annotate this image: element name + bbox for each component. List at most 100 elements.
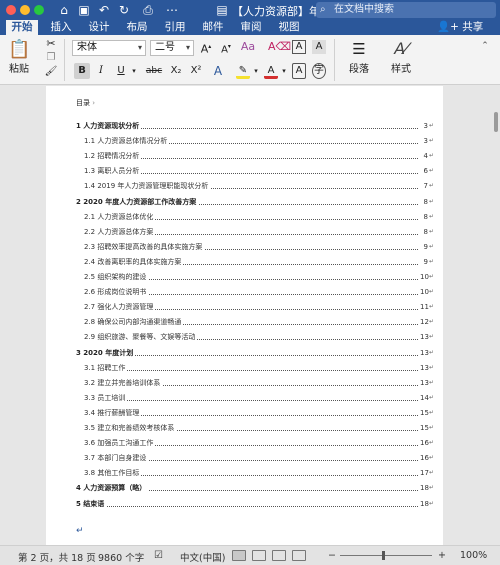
format-painter-icon[interactable]: 🖌	[44, 65, 58, 79]
tab-home[interactable]: 开始	[6, 20, 38, 35]
chevron-down-icon[interactable]: ▾	[280, 64, 288, 78]
toc-entry[interactable]: 2.3 招聘效率提高改善的具体实施方案 9 ↵	[46, 241, 443, 252]
chevron-down-icon: ▾	[185, 43, 190, 52]
zoom-out-button[interactable]: −	[328, 550, 336, 561]
toc-entry[interactable]: 1.4 2019 年人力资源管理职能现状分析 7 ↵	[46, 181, 443, 192]
toc-entry[interactable]: 3.2 建立并完善培训体系 13 ↵	[46, 377, 443, 388]
outline-view-button[interactable]	[272, 550, 286, 561]
toc-entry[interactable]: 3.3 员工培训 14 ↵	[46, 392, 443, 403]
language[interactable]: 中文(中国)	[180, 550, 225, 564]
web-layout-view-button[interactable]	[252, 550, 266, 561]
close-window-button[interactable]	[6, 5, 16, 15]
italic-button[interactable]: I	[94, 63, 108, 79]
draft-view-button[interactable]	[292, 550, 306, 561]
superscript-button[interactable]: X²	[188, 63, 204, 79]
toc-entry[interactable]: 1.2 招聘情况分析 4 ↵	[46, 151, 443, 162]
save-icon[interactable]: ▣	[76, 2, 92, 18]
document-page[interactable]: 目录 › 1 人力资源现状分析 3 ↵ 1.1 人力资源总体情况分析 3 ↵ 1.2 招聘情…	[46, 86, 443, 545]
toc-entry[interactable]: 2.9 组织旅游、聚餐等、文娱等活动 13 ↵	[46, 332, 443, 343]
search-input[interactable]: ⌕ 在文档中搜索	[316, 2, 496, 18]
toc-entry[interactable]: 3.5 建立和完善绩效考核体系 15 ↵	[46, 423, 443, 433]
tab-insert[interactable]: 插入	[46, 20, 76, 35]
enclosed-characters-button[interactable]: A	[292, 63, 306, 79]
change-case-button[interactable]: Aa	[240, 40, 256, 54]
phonetic-guide-button[interactable]: 字	[312, 63, 326, 79]
shrink-font-button[interactable]: A▾	[218, 40, 234, 57]
subscript-button[interactable]: X₂	[168, 63, 184, 79]
tab-layout[interactable]: 布局	[122, 20, 152, 35]
cut-icon[interactable]: ✂	[44, 37, 58, 51]
toc-entry-title: 3.6 加强员工沟通工作	[84, 438, 156, 449]
bold-button[interactable]: B	[74, 63, 90, 79]
toc-entry[interactable]: 3.4 推行薪酬管理 15 ↵	[46, 407, 443, 418]
word-count[interactable]: 9860 个字	[98, 550, 144, 564]
highlight-button[interactable]: ✎	[236, 63, 250, 79]
tab-review[interactable]: 审阅	[236, 20, 266, 35]
toc-entry[interactable]: 4 人力资源预算（略） 18 ↵	[46, 483, 443, 494]
toc-heading: 目录 ›	[76, 99, 96, 107]
paragraph-mark-icon: ↵	[429, 167, 435, 175]
collapse-ribbon-icon[interactable]: ⌃	[478, 39, 492, 53]
font-name-dropdown[interactable]: 宋体 ▾	[72, 40, 146, 56]
copy-icon[interactable]: ❐	[44, 51, 58, 65]
strikethrough-button[interactable]: abc	[144, 63, 164, 79]
toc-entry[interactable]: 2.1 人力资源总体优化 8 ↵	[46, 211, 443, 222]
toc-entry[interactable]: 3.1 招聘工作 13 ↵	[46, 362, 443, 373]
toc-entry[interactable]: 3.6 加强员工沟通工作 16 ↵	[46, 438, 443, 449]
scrollbar-thumb[interactable]	[494, 112, 498, 132]
font-color-button[interactable]: A	[264, 63, 278, 79]
styles-icon[interactable]: A⁄	[386, 39, 416, 59]
undo-icon[interactable]: ↶	[96, 2, 112, 18]
chevron-down-icon[interactable]: ▾	[130, 64, 138, 78]
font-size-dropdown[interactable]: 二号 ▾	[150, 40, 194, 56]
toc-entry[interactable]: 3.7 本部门自身建设 16 ↵	[46, 453, 443, 464]
vertical-scrollbar[interactable]	[492, 86, 500, 545]
tab-references[interactable]: 引用	[160, 20, 190, 35]
toc-entry[interactable]: 5 结束语 18 ↵	[46, 498, 443, 509]
zoom-slider-thumb[interactable]	[382, 551, 385, 560]
paragraph-icon[interactable]: ☰	[346, 39, 372, 59]
toc-entry[interactable]: 1.3 离职人员分析 6 ↵	[46, 166, 443, 177]
print-layout-view-button[interactable]	[232, 550, 246, 561]
zoom-window-button[interactable]	[34, 5, 44, 15]
toc-entry[interactable]: 2.4 改善离职率的具体实施方案 9 ↵	[46, 256, 443, 267]
underline-button[interactable]: U	[114, 63, 128, 79]
customize-toolbar-icon[interactable]: ⋯	[164, 2, 180, 18]
grow-font-button[interactable]: A▴	[198, 40, 214, 57]
toc-entry[interactable]: 3.8 其他工作目标 17 ↵	[46, 468, 443, 479]
zoom-level[interactable]: 100%	[460, 550, 487, 561]
tab-design[interactable]: 设计	[84, 20, 114, 35]
home-icon[interactable]: ⌂	[56, 2, 72, 18]
zoom-slider[interactable]	[340, 555, 432, 556]
page-info[interactable]: 第 2 页，共 18 页	[18, 550, 96, 564]
character-shading-button[interactable]: A	[312, 40, 326, 54]
redo-icon[interactable]: ↻	[116, 2, 132, 18]
toc-entry-page: 9	[423, 257, 428, 266]
chevron-down-icon[interactable]: ▾	[252, 64, 260, 78]
toc-entry[interactable]: 1 人力资源现状分析 3 ↵	[46, 121, 443, 131]
toc-entry-page: 6	[423, 167, 428, 176]
toc-entry[interactable]: 1.1 人力资源总体情况分析 3 ↵	[46, 136, 443, 147]
clear-formatting-icon[interactable]: A⌫	[268, 40, 291, 54]
toc-entry[interactable]: 2 2020 年度人力资源部工作改善方案 8 ↵	[46, 196, 443, 207]
share-button[interactable]: 👤+ 共享	[437, 20, 483, 35]
text-effects-button[interactable]: A	[210, 63, 226, 79]
proofing-icon[interactable]: ☑	[154, 550, 163, 561]
toc-entry-page: 7	[423, 182, 428, 191]
character-border-button[interactable]: A	[292, 40, 306, 54]
toc-entry[interactable]: 2.7 强化人力资源管理 11 ↵	[46, 302, 443, 313]
paragraph-mark-icon: ↵	[429, 152, 435, 160]
toc-entry[interactable]: 2.8 确保公司内部沟通渠道畅通 12 ↵	[46, 317, 443, 328]
paste-icon[interactable]: 📋	[8, 39, 30, 61]
toc-entry-title: 2.6 形成岗位说明书	[84, 287, 149, 298]
toc-entry[interactable]: 2.5 组织架构的建设 10 ↵	[46, 272, 443, 282]
print-icon[interactable]: ⎙	[140, 2, 156, 18]
zoom-in-button[interactable]: +	[438, 550, 446, 561]
toc-entry[interactable]: 2.2 人力资源总体方案 8 ↵	[46, 226, 443, 237]
toc-entry[interactable]: 3 2020 年度计划 13 ↵	[46, 347, 443, 358]
toc-entry-title: 3.8 其他工作目标	[84, 468, 142, 479]
toc-entry[interactable]: 2.6 形成岗位说明书 10 ↵	[46, 287, 443, 298]
minimize-window-button[interactable]	[20, 5, 30, 15]
tab-mailings[interactable]: 邮件	[198, 20, 228, 35]
tab-view[interactable]: 视图	[274, 20, 304, 35]
